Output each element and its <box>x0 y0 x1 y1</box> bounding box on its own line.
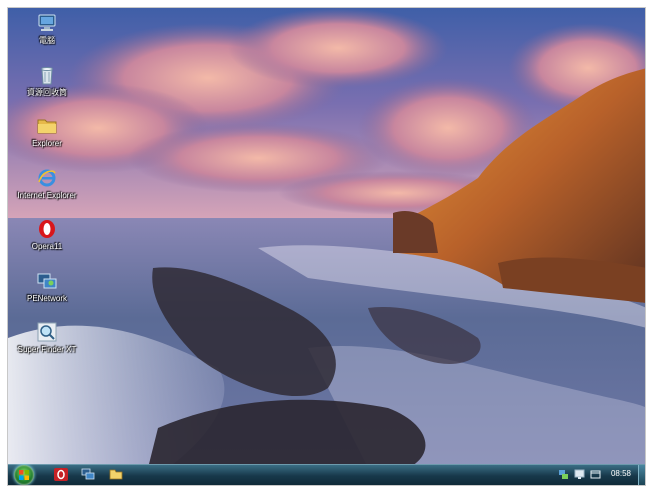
taskbar-clock[interactable]: 08:58 <box>611 469 631 478</box>
magnifier-search-icon <box>37 322 57 342</box>
desktop-icon-penetwork[interactable]: PENetwork <box>15 270 79 303</box>
window-tray-icon[interactable] <box>590 469 601 480</box>
desktop-icon-label: Internet Explorer <box>17 191 77 200</box>
taskbar-opera-button[interactable] <box>54 468 68 481</box>
recycle-bin-icon <box>41 67 53 85</box>
internet-explorer-icon <box>38 169 56 187</box>
windows-flag-icon <box>19 470 29 480</box>
opera-icon <box>39 220 55 238</box>
network-tray-icon[interactable] <box>558 469 569 480</box>
desktop-icon-recycle-bin[interactable]: 資源回收筒 <box>15 64 79 97</box>
desktop-icon-opera[interactable]: Opera11 <box>15 218 79 251</box>
desktop-screen: 電腦 資源回收筒 Explorer Internet Explorer Oper… <box>7 7 646 486</box>
desktop-icon-explorer[interactable]: Explorer <box>15 115 79 148</box>
desktop-icon-super-finder[interactable]: Super Finder XT <box>15 321 79 354</box>
taskbar: 08:58 <box>8 464 645 485</box>
taskbar-network-button[interactable] <box>81 468 95 481</box>
desktop-icon-label: 電腦 <box>39 36 55 45</box>
desktop-icon-label: Explorer <box>32 139 62 148</box>
computer-icon <box>38 14 56 31</box>
taskbar-explorer-button[interactable] <box>109 468 123 481</box>
network-icon <box>37 273 57 289</box>
desktop-icon-internet-explorer[interactable]: Internet Explorer <box>15 167 79 200</box>
show-desktop-button[interactable] <box>638 465 645 485</box>
folder-icon <box>37 119 57 134</box>
desktop-icon-computer[interactable]: 電腦 <box>15 12 79 45</box>
desktop-icon-label: Super Finder XT <box>17 345 77 354</box>
desktop-icon-label: Opera11 <box>31 242 63 251</box>
wallpaper-coastline <box>8 8 645 468</box>
desktop-icon-label: 資源回收筒 <box>27 88 67 97</box>
desktop-icon-label: PENetwork <box>26 294 67 303</box>
start-button[interactable] <box>14 465 34 485</box>
display-tray-icon[interactable] <box>574 469 585 480</box>
